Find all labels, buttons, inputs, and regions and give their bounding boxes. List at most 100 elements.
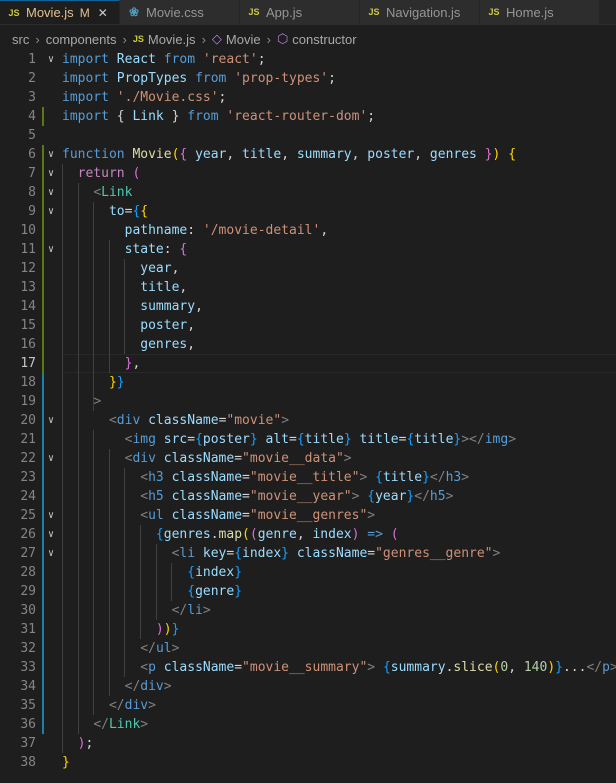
code-token: ; <box>85 736 94 751</box>
line-number: 33 <box>20 660 36 675</box>
line-number: 26 <box>20 527 36 542</box>
code-token: poster <box>140 318 188 333</box>
code-text: return ( <box>62 164 141 183</box>
fold-chevron-icon[interactable]: ∨ <box>45 411 57 430</box>
code-token: state <box>124 242 164 257</box>
code-token: Link <box>108 717 141 732</box>
breadcrumb-item[interactable]: constructor <box>292 32 356 47</box>
code-token: } <box>249 432 266 447</box>
breadcrumb-item[interactable]: src <box>12 32 29 47</box>
code-token: p <box>602 660 610 675</box>
fold-chevron-icon[interactable]: ∨ <box>45 183 57 202</box>
indent-guide <box>124 259 126 354</box>
fold-chevron-icon[interactable]: ∨ <box>45 506 57 525</box>
code-text: pathname: '/movie-detail', <box>62 221 329 240</box>
code-token: from <box>187 109 227 124</box>
breadcrumb-item[interactable]: components <box>46 32 117 47</box>
code-token: } <box>343 432 360 447</box>
code-token: title <box>359 432 399 447</box>
line-number: 17 <box>20 356 36 371</box>
fold-chevron-icon[interactable]: ∨ <box>45 202 57 221</box>
line-number: 32 <box>20 641 36 656</box>
code-token: { <box>382 660 391 675</box>
line-number: 30 <box>20 603 36 618</box>
line-number: 25 <box>20 508 36 523</box>
line-number: 11 <box>20 242 36 257</box>
code-token: className <box>171 470 243 485</box>
code-token: genres <box>429 147 485 162</box>
code-token: title <box>414 432 454 447</box>
code-token: } <box>171 622 180 637</box>
code-token: summary <box>140 299 196 314</box>
tab-movie-css[interactable]: ❀ Movie.css <box>120 0 240 24</box>
tab-app-js[interactable]: JS App.js <box>240 0 360 24</box>
code-token: className <box>171 508 243 523</box>
code-token: > <box>163 679 172 694</box>
code-token: = <box>367 546 376 561</box>
tab-navigation-js[interactable]: JS Navigation.js <box>360 0 480 24</box>
js-file-icon: JS <box>488 7 500 17</box>
indent-guide <box>77 183 79 734</box>
code-line: 38} <box>0 753 616 772</box>
fold-chevron-icon[interactable]: ∨ <box>45 164 57 183</box>
fold-chevron-icon[interactable]: ∨ <box>45 449 57 468</box>
code-token: src <box>163 432 188 447</box>
fold-chevron-icon[interactable]: ∨ <box>45 544 57 563</box>
code-line: 8 ∨ <Link <box>0 183 616 202</box>
code-token: { <box>195 432 203 447</box>
tab-movie-js[interactable]: JS Movie.js M ✕ <box>0 0 120 24</box>
code-token: ... <box>562 660 587 675</box>
line-number: 22 <box>20 451 36 466</box>
fold-chevron-icon[interactable]: ∨ <box>45 50 57 69</box>
code-text: to={{ <box>62 202 148 221</box>
code-token: img <box>132 432 164 447</box>
tab-label: App.js <box>266 4 303 20</box>
code-token: ( <box>249 527 258 542</box>
code-token: index <box>242 546 282 561</box>
code-token: </ <box>108 698 125 713</box>
code-token: { <box>375 470 383 485</box>
code-token: summary <box>390 660 446 675</box>
code-token: h3 <box>445 470 462 485</box>
code-text: function Movie({ year, title, summary, p… <box>62 145 516 164</box>
line-number: 29 <box>20 584 36 599</box>
code-token: "genres__genre" <box>375 546 493 561</box>
code-text: import React from 'react'; <box>62 50 266 69</box>
fold-chevron-icon[interactable]: ∨ <box>45 240 57 259</box>
code-token: ul <box>148 508 172 523</box>
code-editor[interactable]: 1 ∨ import React from 'react'; 2 import Prop… <box>0 50 616 783</box>
code-token: } <box>281 546 297 561</box>
code-token: alt <box>265 432 290 447</box>
code-token: ) <box>351 527 368 542</box>
chevron-right-icon: › <box>35 31 40 47</box>
fold-chevron-icon[interactable]: ∨ <box>45 145 57 164</box>
line-number: 18 <box>20 375 36 390</box>
code-token: < <box>140 470 149 485</box>
code-token: > <box>508 432 517 447</box>
code-token: { <box>179 242 188 257</box>
code-token: import <box>62 109 117 124</box>
code-token: img <box>484 432 509 447</box>
line-number: 4 <box>28 109 36 124</box>
tab-home-js[interactable]: JS Home.js <box>480 0 600 24</box>
line-number: 13 <box>20 280 36 295</box>
fold-chevron-icon[interactable]: ∨ <box>45 525 57 544</box>
breadcrumb-item[interactable]: Movie <box>226 32 261 47</box>
code-token: year <box>195 147 227 162</box>
code-token: index <box>195 565 235 580</box>
line-number: 9 <box>28 204 36 219</box>
breadcrumb-item[interactable]: Movie.js <box>148 32 196 47</box>
code-token: 140 <box>523 660 548 675</box>
code-token: </ <box>429 470 446 485</box>
code-token: ) <box>163 622 172 637</box>
symbol-class-icon: ◇ <box>211 31 222 46</box>
code-token: className <box>171 489 243 504</box>
close-icon[interactable]: ✕ <box>98 6 108 20</box>
indent-guide <box>108 449 110 696</box>
